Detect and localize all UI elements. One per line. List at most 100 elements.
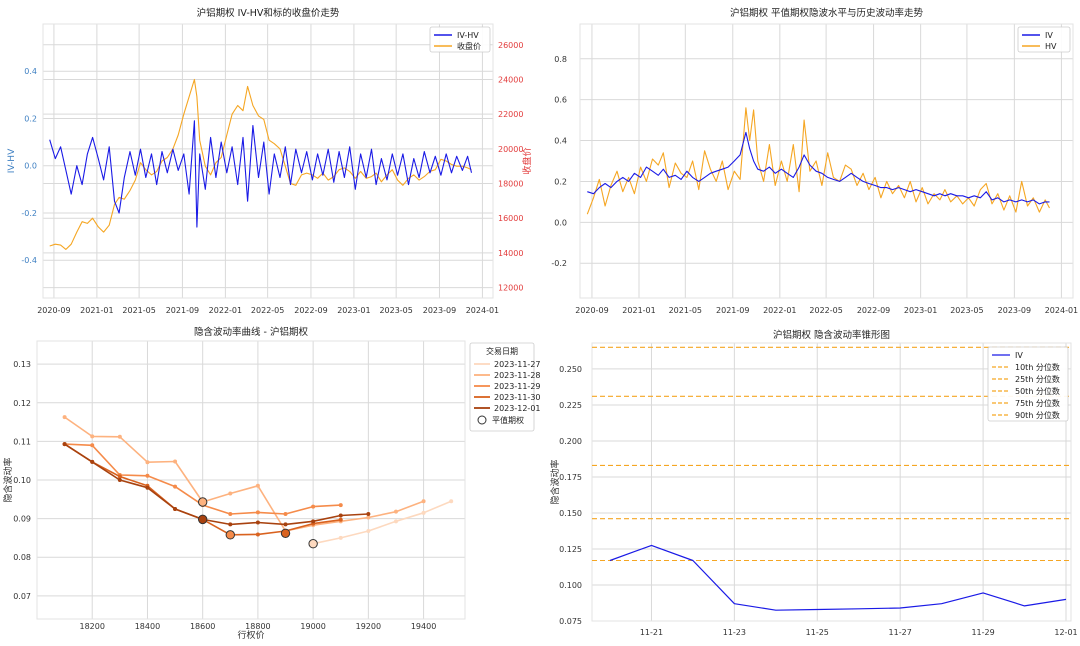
legend-label: 10th 分位数 bbox=[1015, 362, 1060, 372]
series-point-2023-11-29 bbox=[90, 443, 95, 448]
y-tick-label: 0.07 bbox=[13, 592, 31, 601]
x-tick-label: 2023-09 bbox=[998, 306, 1031, 315]
y2-tick-label: 26000 bbox=[498, 41, 523, 50]
chart-title: 沪铝期权 平值期权隐波水平与历史波动率走势 bbox=[730, 7, 924, 19]
x-tick-label: 2021-05 bbox=[122, 306, 155, 315]
series-point-2023-11-27 bbox=[449, 499, 454, 504]
y2-tick-label: 12000 bbox=[498, 284, 523, 293]
x-tick-label: 12-01 bbox=[1054, 628, 1077, 637]
y-tick-label: 0.13 bbox=[13, 360, 31, 369]
chart-title: 沪铝期权 IV-HV和标的收盘价走势 bbox=[197, 7, 340, 19]
atm-marker-2023-12-01 bbox=[197, 514, 208, 525]
x-tick-label: 11-23 bbox=[723, 628, 746, 637]
x-tick-label: 2021-01 bbox=[622, 306, 655, 315]
y-tick-label: 0.100 bbox=[559, 581, 582, 590]
series-point-2023-12-01 bbox=[228, 522, 233, 527]
series-point-2023-11-28 bbox=[366, 515, 371, 520]
series-point-2023-12-01 bbox=[283, 522, 288, 527]
x-axis-label: 行权价 bbox=[237, 629, 264, 641]
x-tick-label: 2023-01 bbox=[904, 306, 937, 315]
series-point-2023-12-01 bbox=[90, 459, 95, 464]
x-tick-label: 11-25 bbox=[806, 628, 829, 637]
legend: IV-HV收盘价 bbox=[429, 26, 491, 53]
series-point-2023-12-01 bbox=[62, 442, 67, 447]
y-tick-label: 0.4 bbox=[24, 67, 37, 76]
series-point-2023-11-27 bbox=[421, 510, 426, 515]
y2-axis-label: 收盘价 bbox=[521, 147, 533, 174]
x-tick-label: 18400 bbox=[135, 622, 160, 631]
y-tick-label: 0.075 bbox=[559, 617, 582, 626]
x-tick-label: 2021-09 bbox=[716, 306, 749, 315]
series-point-2023-11-29 bbox=[255, 510, 260, 515]
y2-tick-label: 22000 bbox=[498, 110, 523, 119]
y-tick-label: 0.225 bbox=[559, 401, 582, 410]
series-point-2023-11-28 bbox=[393, 509, 398, 514]
chart-iv-cone-svg: 11-21 11-23 11-25 11-27 11-29 12-01 0.075 0.100… bbox=[549, 329, 1078, 637]
x-tick-label: 19000 bbox=[300, 622, 325, 631]
legend-title: 交易日期 bbox=[486, 346, 518, 356]
x-tick-label: 11-21 bbox=[640, 628, 663, 637]
series-point-2023-11-28 bbox=[173, 459, 178, 464]
y-tick-label: 0.4 bbox=[554, 137, 567, 146]
legend-label: 收盘价 bbox=[457, 41, 481, 51]
atm-marker-2023-11-29 bbox=[225, 530, 235, 540]
y-axis-label: 隐含波动率 bbox=[549, 459, 561, 504]
series-point-2023-11-28 bbox=[62, 415, 67, 420]
series-point-2023-11-28 bbox=[255, 483, 260, 488]
atm-marker-2023-11-27 bbox=[308, 539, 318, 549]
series-point-2023-11-28 bbox=[90, 434, 95, 439]
x-tick-label: 11-27 bbox=[889, 628, 912, 637]
series-point-2023-12-01 bbox=[338, 513, 343, 518]
series-line-iv bbox=[609, 544, 1067, 611]
y2-tick-label: 16000 bbox=[498, 214, 523, 223]
x-tick-label: 18200 bbox=[79, 622, 104, 631]
y-tick-label: -0.2 bbox=[21, 209, 37, 218]
chart-ivhv-price: 2020-09 2021-01 2021-05 2021-09 2022-01 2022-… bbox=[0, 0, 540, 323]
y2-tick-label: 14000 bbox=[498, 249, 523, 258]
y-tick-label: 0.09 bbox=[13, 515, 31, 524]
y-tick-label: 0.11 bbox=[13, 437, 31, 446]
x-tick-label: 2023-09 bbox=[423, 306, 456, 315]
y-tick-label: 0.150 bbox=[559, 509, 582, 518]
legend-label: 2023-11-27 bbox=[494, 360, 540, 369]
y2-tick-label: 20000 bbox=[498, 145, 523, 154]
series-point-2023-11-28 bbox=[421, 499, 426, 504]
x-tick-label: 2020-09 bbox=[37, 306, 70, 315]
legend-label: 2023-11-30 bbox=[494, 393, 540, 402]
series-point-2023-11-29 bbox=[338, 503, 343, 508]
legend-box bbox=[987, 346, 1069, 422]
x-tick-label: 2023-05 bbox=[379, 306, 412, 315]
x-tick-label: 2022-09 bbox=[857, 306, 890, 315]
x-tick-label: 2024-01 bbox=[466, 306, 499, 315]
x-tick-label: 2023-01 bbox=[337, 306, 370, 315]
legend-label: 平值期权 bbox=[492, 415, 524, 425]
legend-box bbox=[1017, 26, 1071, 53]
series-point-2023-12-01 bbox=[311, 519, 316, 524]
legend: 交易日期 2023-11-27 2023-11-28 2023-11-29 2023-1… bbox=[469, 342, 540, 432]
y-tick-label: 0.0 bbox=[554, 218, 567, 227]
y-tick-label: -0.4 bbox=[21, 256, 37, 265]
y-axis-label: 隐含波动率 bbox=[2, 457, 14, 502]
x-tick-label: 2021-01 bbox=[80, 306, 113, 315]
chart-atm-iv-hv-svg: 2020-09 2021-01 2021-05 2021-09 2022-01 2022-… bbox=[551, 7, 1078, 315]
atm-marker-2023-11-28 bbox=[197, 497, 208, 507]
y-tick-label: 0.12 bbox=[13, 399, 31, 408]
x-tick-label: 2022-05 bbox=[251, 306, 284, 315]
series-point-2023-11-29 bbox=[311, 504, 316, 509]
chart-iv-cone: 11-21 11-23 11-25 11-27 11-29 12-01 0.075 0.100… bbox=[540, 323, 1080, 646]
legend-label: IV bbox=[1045, 31, 1053, 40]
y-tick-label: 0.250 bbox=[559, 365, 582, 374]
x-tick-label: 2022-01 bbox=[763, 306, 796, 315]
series-point-2023-11-27 bbox=[366, 528, 371, 533]
x-tick-label: 18600 bbox=[190, 622, 215, 631]
legend-label: 90th 分位数 bbox=[1015, 410, 1060, 420]
series-point-2023-11-28 bbox=[228, 491, 233, 496]
legend-label: 25th 分位数 bbox=[1015, 374, 1060, 384]
series-point-2023-11-28 bbox=[145, 460, 150, 465]
series-point-2023-12-01 bbox=[145, 485, 150, 490]
legend-label: 2023-11-29 bbox=[494, 382, 540, 391]
series-line-iv bbox=[587, 131, 1050, 205]
y-tick-label: 0.2 bbox=[554, 177, 567, 186]
series-point-2023-12-01 bbox=[117, 478, 122, 482]
x-tick-label: 19400 bbox=[411, 622, 436, 631]
